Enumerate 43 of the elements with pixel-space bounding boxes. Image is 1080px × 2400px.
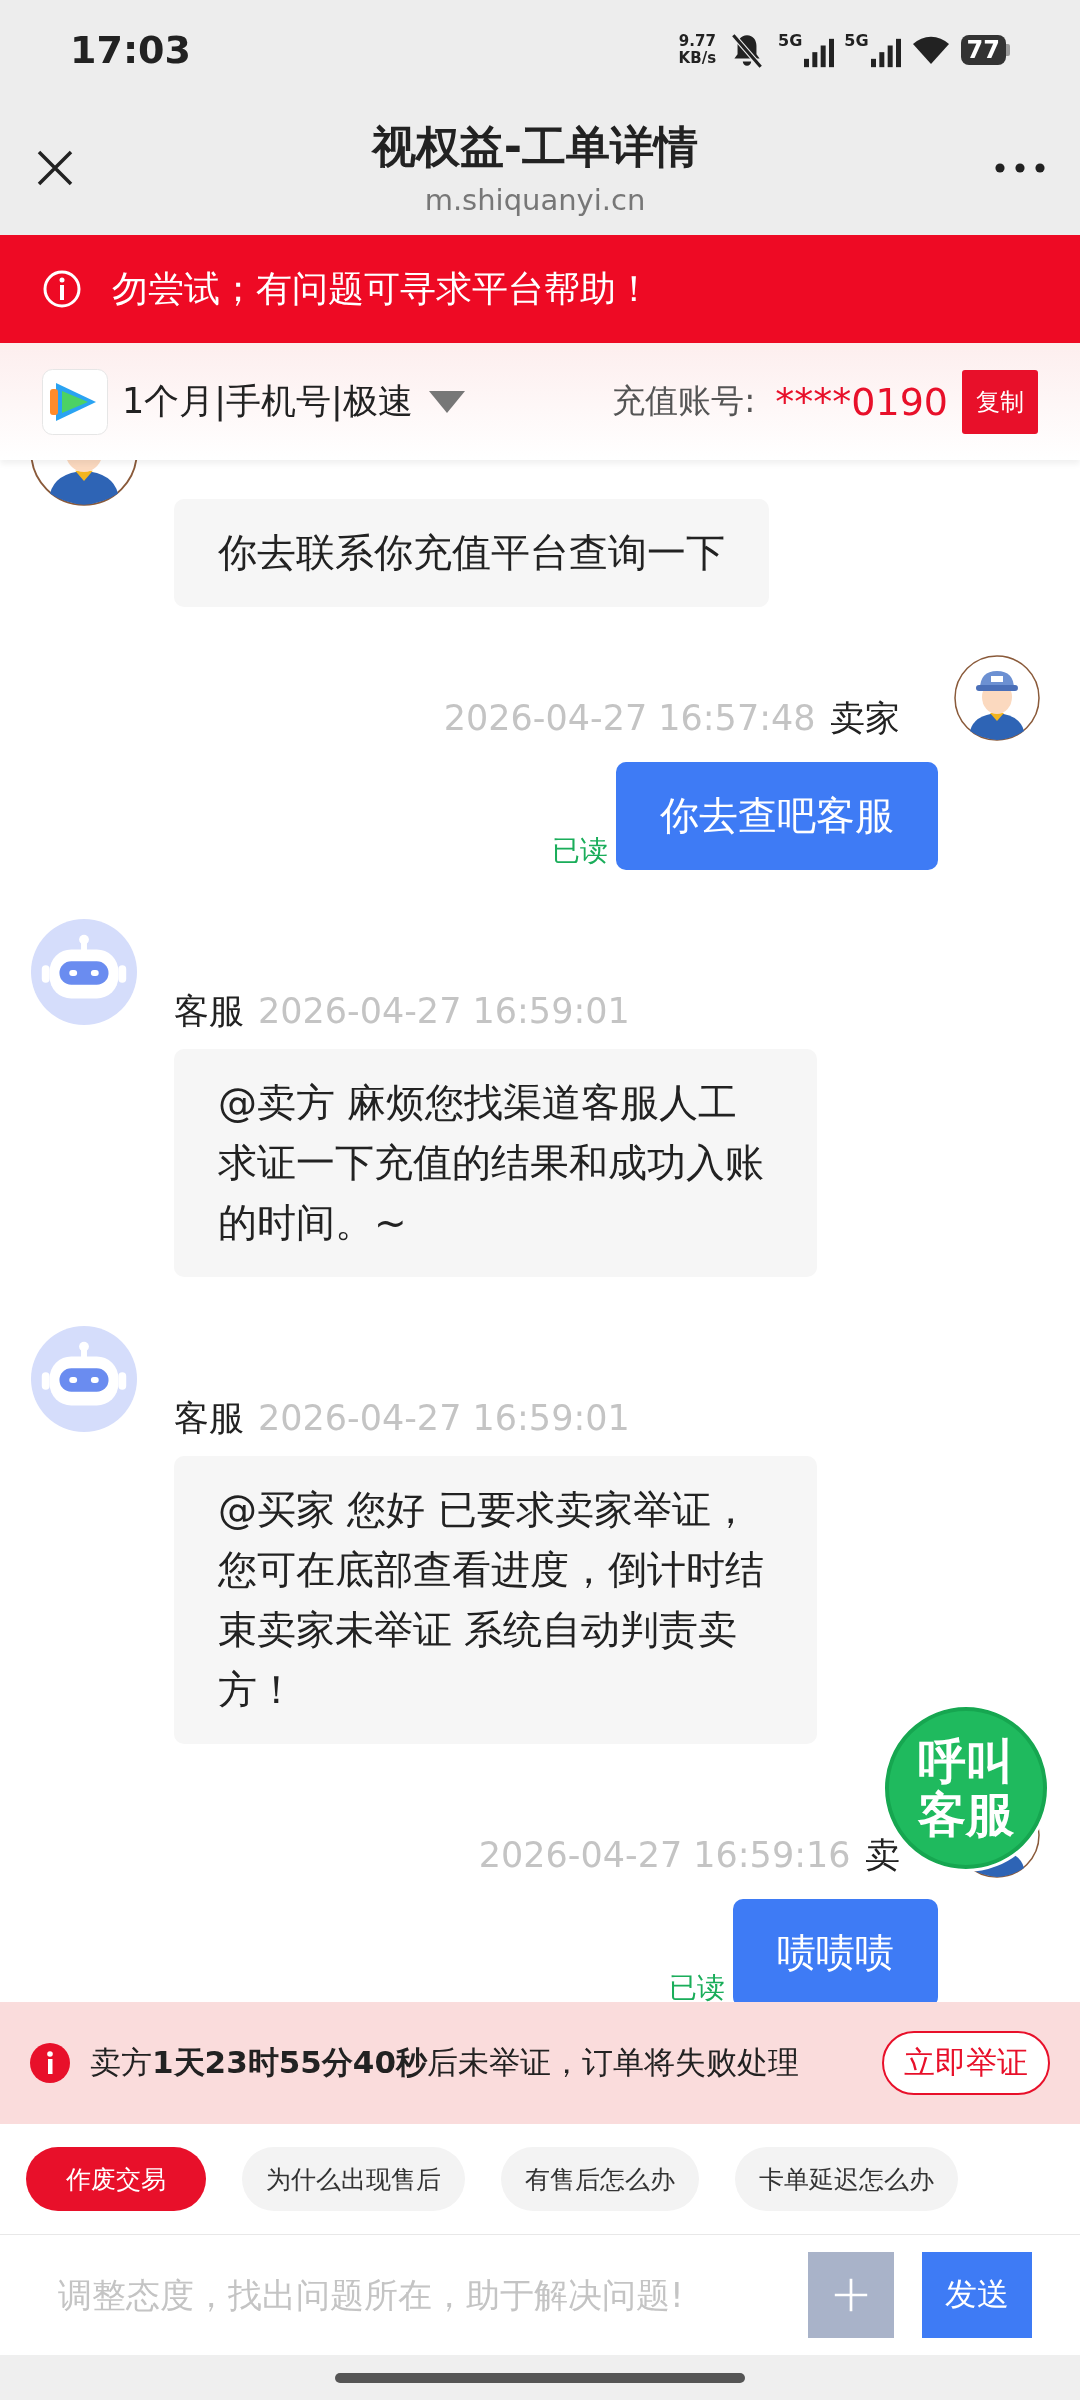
message-time: 2026-04-27 16:59:01 bbox=[258, 991, 630, 1031]
network-type: 5G bbox=[844, 31, 869, 50]
page-title: 视权益-工单详情 bbox=[371, 120, 699, 174]
message-input[interactable]: 调整态度，找出问题所在，助于解决问题! bbox=[56, 2274, 780, 2316]
sender-name: 卖家 bbox=[829, 697, 901, 740]
quick-reply-chip[interactable]: 卡单延迟怎么办 bbox=[735, 2147, 958, 2211]
page-url: m.shiquanyi.cn bbox=[424, 183, 646, 217]
play-logo-icon bbox=[42, 368, 108, 435]
message-bubble: 你去查吧客服 bbox=[616, 762, 938, 870]
read-status: 已读 bbox=[669, 1970, 725, 2002]
signal-icon bbox=[870, 37, 901, 69]
read-status: 已读 bbox=[552, 833, 608, 869]
info-icon bbox=[30, 2043, 70, 2083]
sender-name: 客服 bbox=[174, 990, 244, 1033]
message-time: 2026-04-27 16:57:48 bbox=[443, 698, 816, 738]
info-icon bbox=[42, 269, 82, 309]
home-indicator[interactable] bbox=[335, 2372, 745, 2383]
network-speed: 9.77 KB/s bbox=[678, 33, 717, 67]
account-number: ****0190 bbox=[775, 379, 948, 424]
message-bubble: 啧啧啧 bbox=[733, 1899, 938, 2002]
message-bubble: @买家 您好 已要求卖家举证，您可在底部查看进度，倒计时结束卖家未举证 系统自动判责卖方！ bbox=[174, 1456, 817, 1744]
account-label: 充值账号: bbox=[612, 380, 756, 422]
more-icon[interactable] bbox=[995, 161, 1045, 174]
quick-reply-chip[interactable]: 作废交易 bbox=[26, 2147, 206, 2211]
message-bubble: @卖方 麻烦您找渠道客服人工求证一下充值的结果和成功入账的时间。~ bbox=[174, 1049, 817, 1277]
submit-evidence-button[interactable]: 立即举证 bbox=[882, 2031, 1050, 2095]
message-time: 2026-04-27 16:59:16 bbox=[478, 1835, 851, 1875]
plus-icon bbox=[833, 2277, 869, 2313]
quick-reply-chip[interactable]: 有售后怎么办 bbox=[501, 2147, 699, 2211]
copy-button[interactable]: 复制 bbox=[962, 369, 1038, 434]
wifi-icon bbox=[910, 34, 951, 66]
warning-text: 卖方1天23时55分40秒后未举证，订单将失败处理 bbox=[90, 2043, 799, 2082]
status-time: 17:03 bbox=[70, 28, 191, 72]
message-time: 2026-04-27 16:59:01 bbox=[258, 1398, 630, 1438]
send-button[interactable]: 发送 bbox=[922, 2252, 1032, 2338]
signal-icon bbox=[804, 37, 835, 69]
product-name[interactable]: 1个月|手机号|极速 bbox=[122, 378, 413, 425]
message-bubble: 你去联系你充值平台查询一下 bbox=[174, 499, 769, 607]
sender-name: 客服 bbox=[174, 1397, 244, 1440]
dropdown-caret-icon[interactable] bbox=[428, 390, 465, 413]
alert-text: 勿尝试；有问题可寻求平台帮助！ bbox=[112, 266, 652, 311]
quick-reply-chip[interactable]: 为什么出现售后 bbox=[242, 2147, 465, 2211]
network-type: 5G bbox=[778, 31, 803, 50]
